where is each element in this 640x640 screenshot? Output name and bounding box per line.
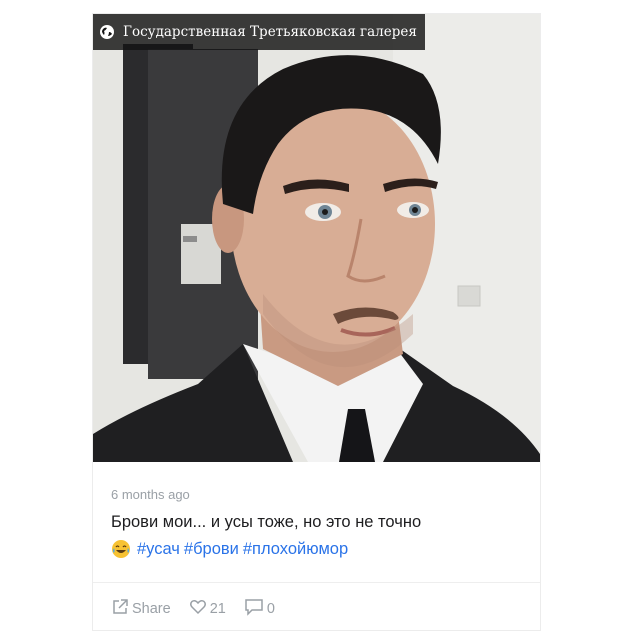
comment-icon [244, 598, 267, 620]
like-count: 21 [209, 601, 226, 617]
share-icon [111, 598, 132, 620]
comment-button[interactable]: 0 [244, 598, 275, 620]
hashtag-line: #усач #брови #плохойюмор [111, 539, 352, 559]
post-timestamp: 6 months ago [111, 487, 190, 502]
hashtag-link[interactable]: #усач [137, 540, 180, 559]
post-photo[interactable]: Государственная Третьяковская галерея [93, 14, 540, 462]
post-actions: Share 21 0 [111, 598, 293, 620]
post-caption: Брови мои... и усы тоже, но это не точно [111, 513, 422, 531]
share-label: Share [132, 601, 171, 617]
post-card: Государственная Третьяковская галерея 6 … [93, 14, 540, 630]
hashtag-link[interactable]: #плохойюмор [243, 540, 348, 559]
globe-icon [99, 24, 115, 40]
share-button[interactable]: Share [111, 598, 171, 620]
divider [93, 582, 540, 583]
like-button[interactable]: 21 [189, 598, 226, 620]
laughing-emoji-icon [111, 539, 131, 559]
location-badge[interactable]: Государственная Третьяковская галерея [93, 14, 425, 50]
heart-icon [189, 598, 210, 620]
comment-count: 0 [266, 601, 275, 617]
location-label: Государственная Третьяковская галерея [123, 24, 417, 40]
hashtag-link[interactable]: #брови [184, 540, 239, 559]
